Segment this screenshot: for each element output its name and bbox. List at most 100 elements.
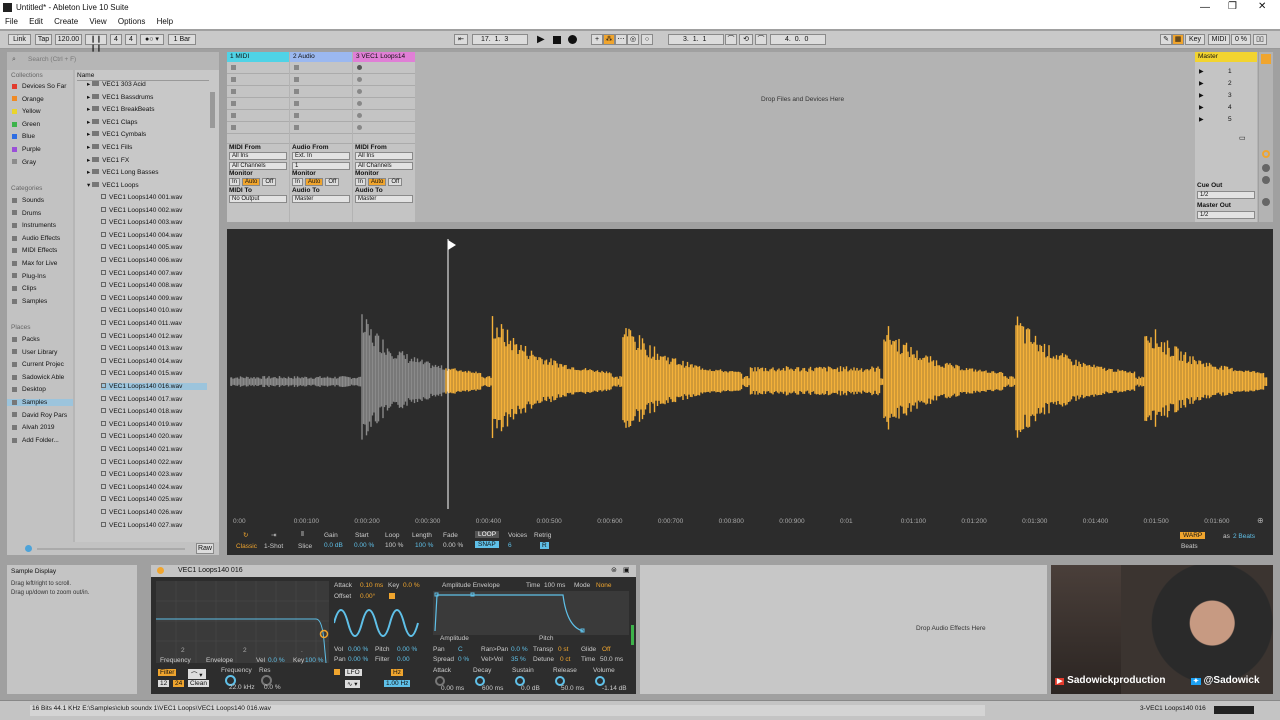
scene-launch-icon[interactable]: ▶ xyxy=(1199,92,1204,99)
file-item[interactable]: VEC1 Loops140 027.wav xyxy=(101,521,182,529)
clip-play-icon[interactable] xyxy=(357,89,362,94)
beats-mode[interactable]: Beats xyxy=(1181,543,1198,550)
file-item[interactable]: VEC1 Loops140 003.wav xyxy=(101,219,182,226)
folder-item[interactable]: ▸ VEC1 BreakBeats xyxy=(87,105,154,113)
slot-stop-icon[interactable] xyxy=(294,89,299,94)
slice-button[interactable]: Slice xyxy=(298,543,312,550)
file-item[interactable]: VEC1 Loops140 007.wav xyxy=(101,269,182,277)
automation-arm-icon[interactable]: ⁂ xyxy=(603,34,615,45)
file-item[interactable]: VEC1 Loops140 005.wav xyxy=(101,244,182,251)
category-item[interactable]: Drums xyxy=(12,210,41,217)
file-item[interactable]: VEC1 Loops140 011.wav xyxy=(101,320,182,327)
clip-slot[interactable] xyxy=(227,110,289,122)
clip-play-icon[interactable] xyxy=(357,65,362,70)
monitor-in-button[interactable]: In xyxy=(229,178,241,186)
monitor-in-button[interactable]: In xyxy=(292,178,304,186)
pan2-value[interactable]: C xyxy=(458,646,463,653)
file-item[interactable]: VEC1 Loops140 017.wav xyxy=(101,395,182,403)
monitor-auto-button[interactable]: Auto xyxy=(368,178,387,186)
clip-slot[interactable] xyxy=(227,74,289,86)
file-item[interactable]: VEC1 Loops140 019.wav xyxy=(101,420,182,428)
slot-stop-icon[interactable] xyxy=(231,65,236,70)
file-item[interactable]: VEC1 Loops140 020.wav xyxy=(101,433,182,440)
clip-slot[interactable] xyxy=(353,62,415,74)
scene-launch-icon[interactable]: ▶ xyxy=(1199,116,1204,123)
gain-value[interactable]: 0.0 dB xyxy=(324,542,343,549)
signature-numerator[interactable]: 4 xyxy=(110,34,122,45)
tempo-field[interactable]: 120.00 xyxy=(55,34,82,45)
re-enable-icon[interactable]: ⋯ xyxy=(615,34,627,45)
file-item[interactable]: VEC1 Loops140 009.wav xyxy=(101,294,182,302)
slot-stop-icon[interactable] xyxy=(294,125,299,130)
record-icon[interactable] xyxy=(568,35,577,44)
device-fold-icon[interactable]: ▣ xyxy=(623,566,630,574)
pitch-value[interactable]: 0.00 % xyxy=(397,646,417,653)
slot-stop-icon[interactable] xyxy=(231,125,236,130)
file-item[interactable]: VEC1 Loops140 014.wav xyxy=(101,357,182,365)
slot-stop-icon[interactable] xyxy=(231,89,236,94)
clip-slot[interactable] xyxy=(353,110,415,122)
lfo-shape-select[interactable]: ∿ ▾ xyxy=(345,680,360,688)
collection-item[interactable]: Gray xyxy=(12,159,36,166)
mixer-toggle-icon[interactable] xyxy=(1262,176,1270,184)
place-item[interactable]: Alvah 2019 xyxy=(12,424,55,431)
file-item[interactable]: VEC1 Loops140 026.wav xyxy=(101,509,182,516)
input-type-select[interactable]: All Ins xyxy=(355,152,413,160)
pitch-tab[interactable]: Pitch xyxy=(539,635,553,642)
session-view-icon[interactable] xyxy=(1261,54,1271,64)
slot-stop-icon[interactable] xyxy=(294,101,299,106)
clip-slot[interactable] xyxy=(353,74,415,86)
place-item[interactable]: User Library xyxy=(12,349,57,356)
env-time-value[interactable]: 100 ms xyxy=(544,582,565,589)
punch-in-icon[interactable]: ⌒ xyxy=(725,34,737,45)
clip-play-icon[interactable] xyxy=(357,113,362,118)
file-item[interactable]: VEC1 Loops140 002.wav xyxy=(101,206,182,214)
slot-stop-icon[interactable] xyxy=(231,77,236,82)
scene-launch-icon[interactable]: ▶ xyxy=(1199,80,1204,87)
loop-toggle[interactable]: LOOP xyxy=(475,531,500,538)
draw-mode-icon[interactable]: ✎ xyxy=(1160,34,1172,45)
fade-value[interactable]: 0.00 % xyxy=(443,542,463,549)
folder-item[interactable]: ▸ VEC1 Cymbals xyxy=(87,130,146,138)
close-icon[interactable]: ✕ xyxy=(1258,1,1266,12)
master-track-name[interactable]: Master xyxy=(1195,52,1257,62)
search-field[interactable]: Search (Ctrl + F) xyxy=(24,56,214,66)
slot-stop-icon[interactable] xyxy=(231,113,236,118)
category-item[interactable]: Samples xyxy=(12,298,47,305)
monitor-off-button[interactable]: Off xyxy=(388,178,403,186)
filter-type-select[interactable]: ⌒ ▾ xyxy=(188,669,206,679)
clip-slot[interactable] xyxy=(290,122,352,134)
file-item[interactable]: VEC1 Loops140 023.wav xyxy=(101,471,182,478)
scene-slot[interactable]: ▶ 4 xyxy=(1195,103,1257,115)
category-item[interactable]: Max for Live xyxy=(12,260,57,267)
clip-slot[interactable] xyxy=(290,86,352,98)
menu-file[interactable]: File xyxy=(5,17,18,26)
overdub-icon[interactable]: + xyxy=(591,34,603,45)
slot-stop-icon[interactable] xyxy=(294,113,299,118)
monitor-in-button[interactable]: In xyxy=(355,178,367,186)
file-item[interactable]: VEC1 Loops140 010.wav xyxy=(101,307,182,314)
key-value[interactable]: 100 % xyxy=(305,657,323,664)
scene-slot[interactable]: ▶ 3 xyxy=(1195,91,1257,103)
envelope-tab[interactable]: Envelope xyxy=(206,657,233,664)
clip-slot[interactable] xyxy=(290,110,352,122)
classic-mode-button[interactable]: Classic xyxy=(236,543,257,550)
file-item[interactable]: VEC1 Loops140 015.wav xyxy=(101,370,182,377)
signature-denominator[interactable]: 4 xyxy=(125,34,137,45)
clip-slot[interactable] xyxy=(290,62,352,74)
place-item[interactable]: Add Folder... xyxy=(12,437,59,444)
menu-help[interactable]: Help xyxy=(157,17,173,26)
output-type-select[interactable]: Master xyxy=(355,195,413,203)
detune-value[interactable]: 0 ct xyxy=(560,656,570,663)
clip-slot[interactable] xyxy=(227,86,289,98)
key-map-button[interactable]: Key xyxy=(1185,34,1205,45)
frequency-tab[interactable]: Frequency xyxy=(160,657,191,664)
tap-button[interactable]: Tap xyxy=(35,34,52,45)
transp-value[interactable]: 0 st xyxy=(558,646,568,653)
file-item[interactable]: VEC1 Loops140 006.wav xyxy=(101,257,182,264)
scene-slot[interactable]: ▶ 5 xyxy=(1195,115,1257,127)
time2-value[interactable]: 50.0 ms xyxy=(600,656,623,663)
collection-item[interactable]: Orange xyxy=(12,96,44,103)
env-mode-value[interactable]: None xyxy=(596,582,612,589)
audio-effects-drop-area[interactable]: Drop Audio Effects Here xyxy=(640,565,1047,694)
